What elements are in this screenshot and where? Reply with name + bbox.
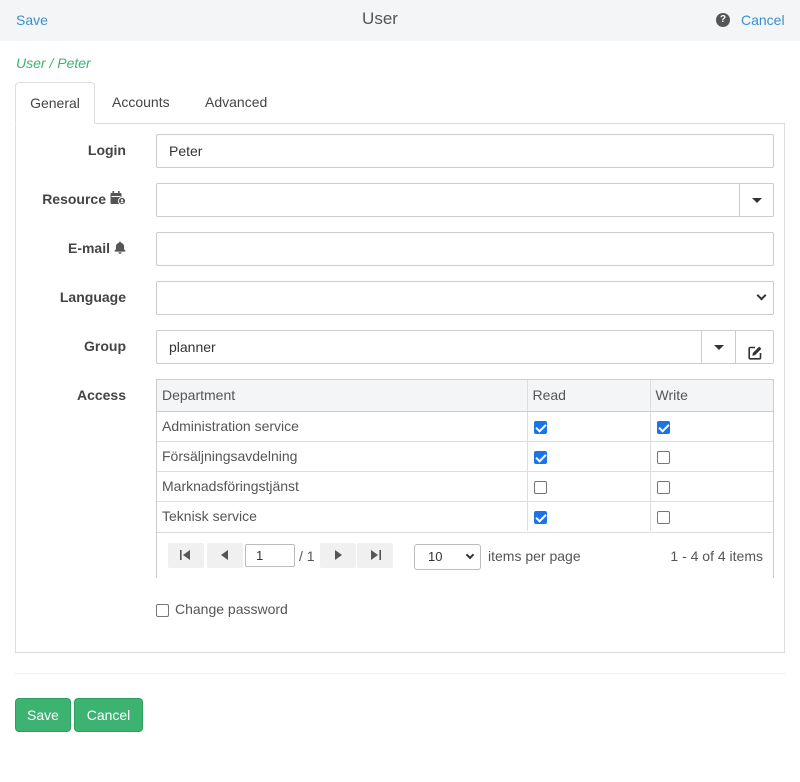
tab-general[interactable]: General (15, 82, 95, 124)
resource-dropdown[interactable] (156, 183, 774, 217)
read-checkbox[interactable] (533, 420, 547, 434)
change-password-checkbox[interactable] (156, 603, 169, 617)
table-row: Administration service (157, 410, 773, 441)
resource-dropdown-button[interactable] (739, 184, 773, 216)
pager-info: 1 - 4 of 4 items (670, 548, 763, 564)
bell-icon (114, 241, 126, 257)
edit-icon (748, 339, 762, 371)
language-select[interactable] (156, 281, 774, 315)
caret-down-icon (714, 345, 724, 350)
divider (15, 673, 785, 674)
breadcrumb: User / Peter (16, 55, 91, 71)
last-page-button[interactable] (357, 543, 393, 568)
top-bar: Save User ? Cancel (0, 0, 800, 41)
department-cell: Teknisk service (157, 500, 527, 531)
table-row: Teknisk service (157, 500, 773, 531)
column-header-read[interactable]: Read (526, 380, 650, 412)
write-checkbox[interactable] (656, 511, 670, 525)
department-cell: Administration service (157, 410, 527, 441)
read-checkbox[interactable] (533, 480, 547, 494)
department-cell: Försäljningsavdelning (157, 440, 527, 471)
access-label: Access (76, 387, 126, 403)
help-icon[interactable]: ? (716, 13, 730, 27)
page-size-select[interactable]: 10 (414, 544, 481, 570)
next-page-button[interactable] (320, 543, 356, 568)
grid-header-row: Department Read Write (157, 380, 773, 412)
write-checkbox[interactable] (656, 450, 670, 464)
group-edit-button[interactable] (735, 331, 773, 363)
read-checkbox[interactable] (533, 450, 547, 464)
cancel-button[interactable]: Cancel (74, 698, 143, 732)
first-page-button[interactable] (168, 543, 204, 568)
group-dropdown[interactable]: planner (156, 330, 774, 364)
table-row: Marknadsföringstjänst (157, 470, 773, 501)
page-title: User (362, 9, 398, 28)
tab-advanced[interactable]: Advanced (205, 82, 267, 124)
write-checkbox[interactable] (656, 480, 670, 494)
chevron-down-icon (465, 550, 475, 560)
previous-page-icon (221, 550, 228, 560)
chevron-down-icon (756, 290, 767, 301)
caret-down-icon (752, 198, 762, 203)
access-grid: Department Read Write Administration ser… (156, 379, 774, 578)
previous-page-button[interactable] (207, 543, 243, 568)
column-header-write[interactable]: Write (649, 380, 773, 412)
page-number-input[interactable]: 1 (245, 544, 295, 567)
email-field[interactable] (156, 232, 774, 266)
language-label: Language (59, 289, 126, 305)
save-button[interactable]: Save (15, 698, 71, 732)
first-page-icon (180, 550, 190, 560)
page-count: / 1 (299, 548, 315, 564)
group-dropdown-button[interactable] (701, 331, 735, 363)
group-label: Group (84, 338, 126, 354)
resource-label: Resource (15, 191, 127, 208)
write-checkbox[interactable] (656, 420, 670, 434)
column-header-department[interactable]: Department (157, 380, 527, 412)
grid-pager: 1 / 1 10 items per page 1 - 4 of 4 items (157, 532, 773, 578)
items-per-page-label: items per page (488, 548, 581, 564)
email-label: E-mail (15, 240, 126, 257)
department-cell: Marknadsföringstjänst (157, 470, 527, 501)
login-label: Login (87, 142, 126, 158)
read-checkbox[interactable] (533, 511, 547, 525)
table-row: Försäljningsavdelning (157, 440, 773, 471)
next-page-icon (335, 550, 342, 560)
change-password-label[interactable]: Change password (175, 601, 288, 617)
tab-accounts[interactable]: Accounts (112, 82, 170, 124)
header-cancel-link[interactable]: Cancel (741, 12, 785, 28)
login-input[interactable]: Peter (156, 134, 774, 168)
calendar-user-icon (110, 191, 127, 208)
last-page-icon (371, 550, 381, 560)
change-password-option: Change password (156, 601, 288, 617)
